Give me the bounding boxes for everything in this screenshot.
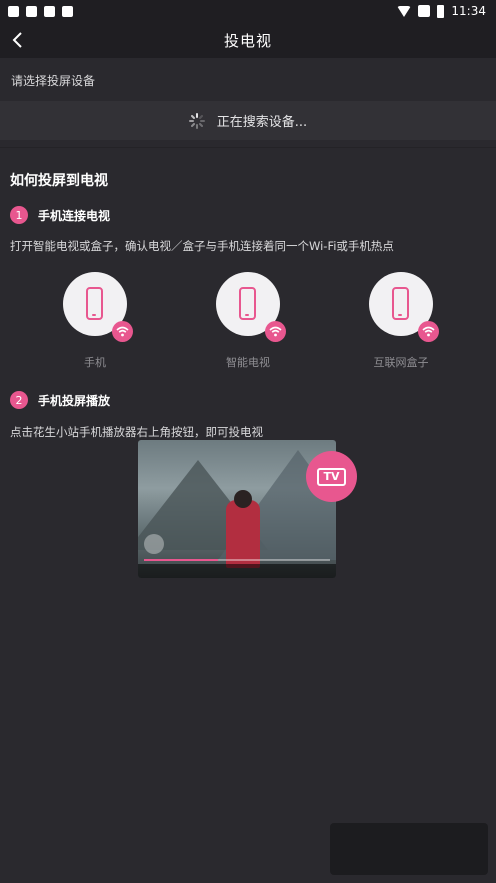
progress-bar <box>144 559 330 561</box>
back-button[interactable] <box>0 22 36 58</box>
device-circle <box>369 272 439 342</box>
tv-icon: TV <box>317 467 346 486</box>
status-bar: 11:34 <box>0 0 496 22</box>
device-search-row[interactable]: 正在搜索设备... <box>0 101 496 140</box>
wifi-badge-icon <box>265 321 286 342</box>
watermark <box>330 823 488 875</box>
step-number-badge: 2 <box>10 391 28 409</box>
player-controls <box>138 564 336 578</box>
divider <box>0 147 496 148</box>
clock: 11:34 <box>451 4 486 18</box>
font-icon <box>44 5 55 17</box>
device-label: 智能电视 <box>226 356 270 369</box>
device-select-label: 请选择投屏设备 <box>11 74 96 88</box>
image-icon <box>26 5 37 17</box>
player-illustration: TV <box>138 440 357 578</box>
system-icons: 11:34 <box>397 4 496 18</box>
device-label: 手机 <box>84 356 106 369</box>
notification-icon <box>8 5 19 17</box>
cast-tv-button: TV <box>306 451 357 502</box>
device-internet-box: 互联网盒子 <box>369 272 439 370</box>
step-label: 手机连接电视 <box>38 208 111 223</box>
top-bar: 投电视 <box>0 22 496 58</box>
battery-icon <box>437 4 445 18</box>
back-arrow-icon <box>12 32 22 48</box>
step-description: 打开智能电视或盒子，确认电视／盒子与手机连接着同一个Wi-Fi或手机热点 <box>10 239 394 253</box>
step-2: 2 手机投屏播放 <box>10 391 110 409</box>
step-label: 手机投屏播放 <box>38 393 111 408</box>
play-store-icon <box>62 5 73 17</box>
no-sim-icon <box>418 5 431 17</box>
play-icon <box>144 534 164 554</box>
wifi-icon <box>397 5 412 17</box>
loading-spinner-icon <box>188 112 205 129</box>
wifi-badge-icon <box>418 321 439 342</box>
device-smart-tv: 智能电视 <box>216 272 286 370</box>
step-description: 点击花生小站手机播放器右上角按钮，即可投电视 <box>10 425 263 439</box>
wifi-badge-icon <box>112 321 133 342</box>
phone-icon <box>86 287 103 320</box>
guide-title: 如何投屏到电视 <box>10 173 108 189</box>
notification-icons <box>0 5 73 17</box>
device-circle <box>216 272 286 342</box>
phone-icon <box>239 287 256 320</box>
device-phone: 手机 <box>63 272 133 370</box>
step-1: 1 手机连接电视 <box>10 206 110 224</box>
device-label: 互联网盒子 <box>373 356 429 369</box>
searching-text: 正在搜索设备... <box>216 115 308 130</box>
step-number-badge: 1 <box>10 206 28 224</box>
phone-icon <box>392 287 409 320</box>
video-preview <box>138 440 336 578</box>
device-circle <box>63 272 133 342</box>
page-title: 投电视 <box>223 31 272 50</box>
